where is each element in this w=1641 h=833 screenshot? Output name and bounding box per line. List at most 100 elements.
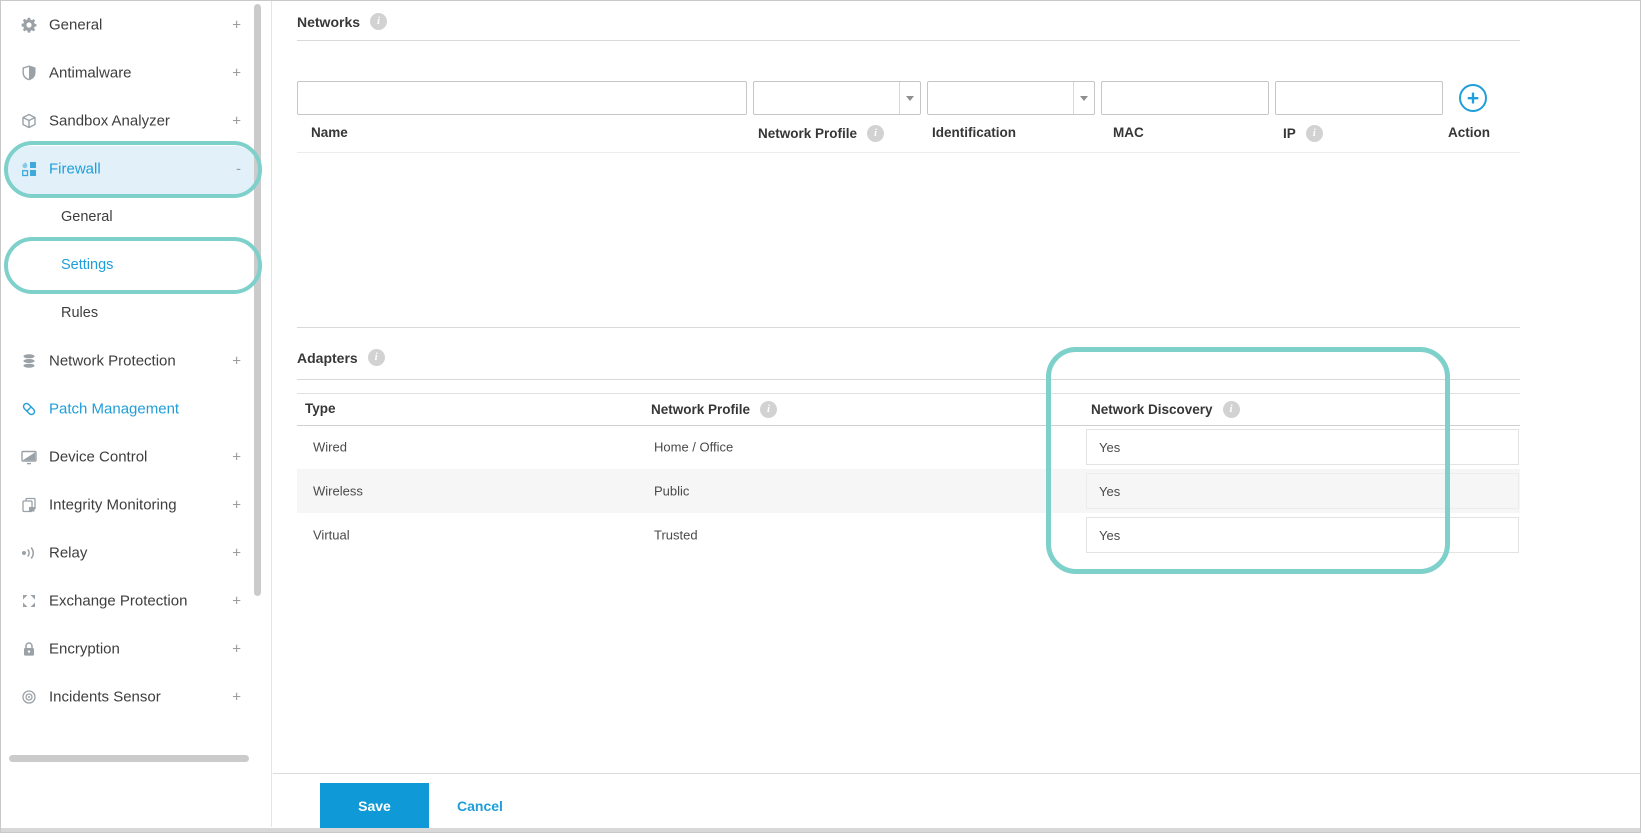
network-profile-filter-select[interactable] <box>753 81 921 115</box>
column-header-label: Action <box>1448 125 1490 140</box>
sidebar-subitem-label: Settings <box>61 257 114 273</box>
patch-icon <box>21 401 37 417</box>
sidebar-item-label: Incidents Sensor <box>49 688 161 706</box>
column-header-network-profile: Network Profile i <box>758 125 885 142</box>
expand-toggle[interactable]: + <box>232 689 241 706</box>
network-profile-cell: Home / Office <box>654 439 734 455</box>
signal-icon <box>21 545 37 561</box>
sidebar-item-incidents-sensor[interactable]: Incidents Sensor + <box>1 673 263 721</box>
sidebar-item-integrity-monitoring[interactable]: Integrity Monitoring + <box>1 481 263 529</box>
info-icon[interactable]: i <box>867 125 885 142</box>
monitor-icon <box>21 449 37 465</box>
column-header-label: IP <box>1283 126 1296 141</box>
sidebar-subitem-label: General <box>61 209 113 225</box>
expand-toggle[interactable]: + <box>232 497 241 514</box>
info-icon[interactable]: i <box>367 349 385 366</box>
info-icon[interactable]: i <box>760 401 778 418</box>
sidebar-item-patch-management[interactable]: Patch Management <box>1 385 263 433</box>
sidebar-subitem-firewall-settings[interactable]: Settings <box>1 241 263 289</box>
copy-icon <box>21 497 37 513</box>
sidebar-subitem-firewall-general[interactable]: General <box>1 193 263 241</box>
sidebar-item-label: Firewall <box>49 160 101 178</box>
table-row-virtual: Virtual Trusted Yes <box>297 513 1520 557</box>
ip-filter-input[interactable] <box>1275 81 1443 115</box>
expand-toggle[interactable]: + <box>232 593 241 610</box>
sidebar-item-label: Relay <box>49 544 88 562</box>
sidebar-item-firewall[interactable]: Firewall - <box>1 145 263 193</box>
sidebar-vertical-scrollbar[interactable] <box>254 4 261 596</box>
type-cell: Wired <box>313 439 347 455</box>
column-header-label: Network Discovery <box>1091 402 1213 417</box>
divider <box>273 773 1640 774</box>
network-discovery-select[interactable]: Yes <box>1086 473 1519 509</box>
save-button[interactable]: Save <box>320 783 429 828</box>
adapters-header-network-profile: Network Profile i <box>651 401 778 418</box>
sidebar-item-general[interactable]: General + <box>1 1 263 49</box>
shield-icon <box>21 65 37 81</box>
sidebar-subitem-firewall-rules[interactable]: Rules <box>1 289 263 337</box>
sidebar-item-exchange-protection[interactable]: Exchange Protection + <box>1 577 263 625</box>
divider <box>297 327 1520 328</box>
network-profile-cell: Public <box>654 483 690 499</box>
sidebar-item-antimalware[interactable]: Antimalware + <box>1 49 263 97</box>
sidebar-horizontal-scrollbar[interactable] <box>9 755 249 762</box>
add-network-button[interactable]: + <box>1459 84 1487 112</box>
sidebar-item-network-protection[interactable]: Network Protection + <box>1 337 263 385</box>
networks-title-text: Networks <box>297 13 361 30</box>
cancel-button[interactable]: Cancel <box>449 783 511 828</box>
expand-toggle[interactable]: + <box>232 113 241 130</box>
network-discovery-value: Yes <box>1099 439 1121 455</box>
identification-filter-select[interactable] <box>927 81 1095 115</box>
sidebar-subitem-label: Rules <box>61 305 99 321</box>
column-header-action: Action <box>1448 125 1490 140</box>
column-header-label: Type <box>305 401 336 416</box>
expand-toggle[interactable]: + <box>232 353 241 370</box>
sidebar-item-label: Sandbox Analyzer <box>49 112 170 130</box>
sidebar-item-sandbox-analyzer[interactable]: Sandbox Analyzer + <box>1 97 263 145</box>
sidebar-item-label: General <box>49 16 103 34</box>
adapters-title-text: Adapters <box>297 349 358 366</box>
network-discovery-select[interactable]: Yes <box>1086 429 1519 465</box>
column-header-label: Network Profile <box>651 402 751 417</box>
divider <box>297 152 1520 153</box>
sidebar-item-label: Patch Management <box>49 400 180 418</box>
column-header-ip: IP i <box>1283 125 1323 142</box>
network-profile-cell: Trusted <box>654 527 698 543</box>
expand-toggle[interactable]: + <box>232 65 241 82</box>
network-discovery-value: Yes <box>1099 483 1121 499</box>
policy-settings-screen: General + Antimalware + Sandbox Analyzer… <box>0 0 1641 833</box>
divider <box>297 40 1520 41</box>
table-row-wired: Wired Home / Office Yes <box>297 425 1520 469</box>
column-header-label: MAC <box>1113 125 1144 140</box>
collapse-toggle[interactable]: - <box>236 161 241 178</box>
info-icon[interactable]: i <box>370 13 388 30</box>
network-discovery-value: Yes <box>1099 527 1121 543</box>
chevron-down-icon[interactable] <box>1073 82 1094 114</box>
sidebar-item-label: Device Control <box>49 448 148 466</box>
table-row-wireless: Wireless Public Yes <box>297 469 1520 513</box>
info-icon[interactable]: i <box>1305 125 1323 142</box>
type-cell: Virtual <box>313 527 350 543</box>
column-header-identification: Identification <box>932 125 1016 140</box>
column-header-mac: MAC <box>1113 125 1144 140</box>
exchange-icon <box>21 593 37 609</box>
network-discovery-select[interactable]: Yes <box>1086 517 1519 553</box>
expand-toggle[interactable]: + <box>232 545 241 562</box>
lock-icon <box>21 641 37 657</box>
bottom-scrollbar-track <box>1 828 1640 832</box>
sidebar-item-relay[interactable]: Relay + <box>1 529 263 577</box>
expand-toggle[interactable]: + <box>232 17 241 34</box>
mac-filter-input[interactable] <box>1101 81 1269 115</box>
sidebar-item-device-control[interactable]: Device Control + <box>1 433 263 481</box>
expand-toggle[interactable]: + <box>232 641 241 658</box>
chevron-down-icon[interactable] <box>899 82 920 114</box>
name-filter-input[interactable] <box>297 81 747 115</box>
cube-icon <box>21 113 37 129</box>
adapters-section-title: Adapters i <box>297 349 385 366</box>
expand-toggle[interactable]: + <box>232 449 241 466</box>
sidebar-item-encryption[interactable]: Encryption + <box>1 625 263 673</box>
firewall-icon <box>21 161 37 177</box>
info-icon[interactable]: i <box>1222 401 1240 418</box>
networks-section-title: Networks i <box>297 13 388 30</box>
gear-icon <box>21 17 37 33</box>
